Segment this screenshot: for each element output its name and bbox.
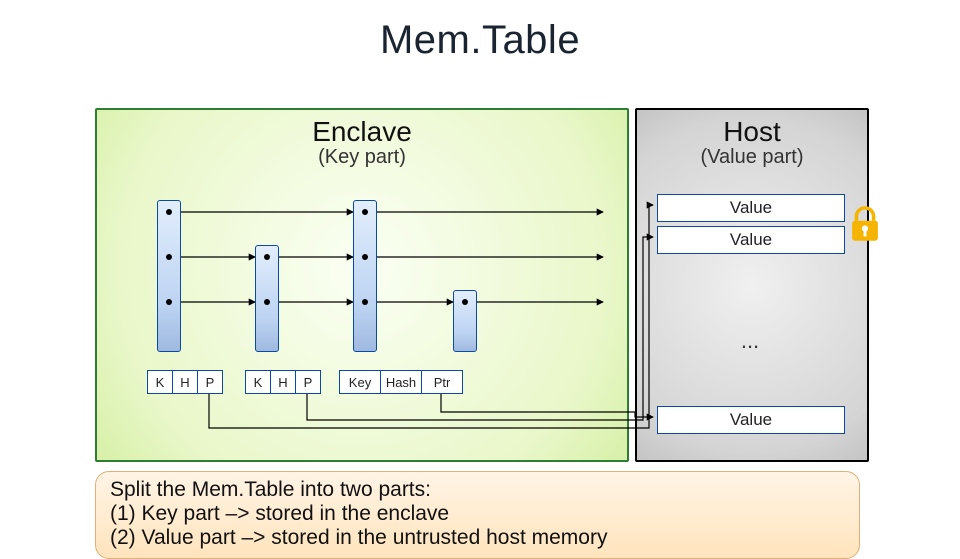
caption-line: (2) Value part –> stored in the untruste…	[110, 526, 845, 550]
khp-cells-wide: Key Hash Ptr	[339, 370, 463, 394]
h-cell: H	[271, 370, 296, 394]
p-cell: P	[296, 370, 321, 394]
k-cell: K	[147, 370, 173, 394]
host-box: Host (Value part) Value Value ... Value	[635, 108, 869, 462]
enclave-subtitle: (Key part)	[97, 146, 627, 169]
h-cell: H	[173, 370, 198, 394]
value-ellipsis: ...	[637, 328, 863, 354]
value-cell: Value	[657, 194, 845, 222]
value-cell: Value	[657, 406, 845, 434]
khp-cells: K H P	[147, 370, 223, 394]
ptr-cell: Ptr	[422, 370, 463, 394]
caption-box: Split the Mem.Table into two parts: (1) …	[95, 471, 860, 559]
skiplist-node	[255, 245, 279, 352]
caption-line: (1) Key part –> stored in the enclave	[110, 502, 845, 526]
diagram-stage: Enclave (Key part) Host (Value part) Val…	[95, 108, 865, 458]
lock-icon	[847, 205, 883, 250]
k-cell: K	[245, 370, 271, 394]
host-subtitle: (Value part)	[637, 146, 867, 169]
skiplist-node	[353, 200, 377, 352]
khp-cells: K H P	[245, 370, 321, 394]
value-cell: Value	[657, 226, 845, 254]
p-cell: P	[198, 370, 223, 394]
skiplist-node	[453, 290, 477, 352]
host-heading: Host	[637, 116, 867, 148]
enclave-heading: Enclave	[97, 116, 627, 148]
caption-line: Split the Mem.Table into two parts:	[110, 478, 845, 502]
skiplist-node	[157, 200, 181, 352]
hash-cell: Hash	[381, 370, 422, 394]
key-cell: Key	[339, 370, 381, 394]
page-title: Mem.Table	[0, 18, 960, 63]
